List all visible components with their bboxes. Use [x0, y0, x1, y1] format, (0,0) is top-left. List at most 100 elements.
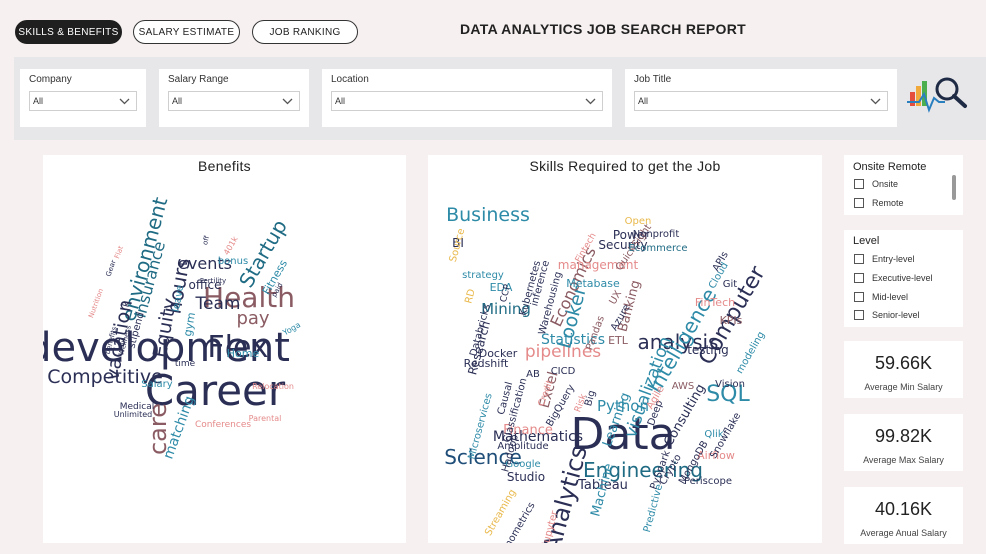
- job-title-filter-label: Job Title: [634, 74, 672, 85]
- entry-level-label: Entry-level: [872, 254, 915, 264]
- mid-level-option[interactable]: Mid-level: [854, 292, 908, 302]
- benefit-word: 401k: [222, 235, 240, 257]
- skill-word: Docker: [479, 347, 518, 360]
- skill-word: strategy: [462, 270, 504, 281]
- kpi-value: 99.82K: [874, 426, 933, 446]
- skill-word: Open: [625, 216, 652, 227]
- kpi-card-max-salary: 99.82K Average Max Salary: [844, 414, 963, 471]
- job-title-dropdown-value: All: [638, 96, 649, 106]
- skill-word: Nonprofit: [633, 229, 680, 240]
- chevron-down-icon: [119, 98, 130, 105]
- executive-level-label: Executive-level: [872, 273, 933, 283]
- company-filter-label: Company: [29, 74, 72, 85]
- benefit-word: Team: [195, 294, 241, 314]
- chevron-down-icon: [870, 98, 881, 105]
- benefit-word: time: [175, 359, 196, 369]
- skill-word: FinTech: [695, 296, 735, 309]
- salary-range-dropdown[interactable]: All: [168, 91, 300, 111]
- benefit-word: Home: [227, 347, 260, 360]
- onsite-remote-slicer: Onsite Remote Onsite Remote: [844, 155, 963, 215]
- location-filter-label: Location: [331, 74, 369, 85]
- skills-word-cloud: DataEngineeringAnalyticsScienceSQLBusine…: [444, 204, 771, 543]
- skill-word: KPIs: [720, 314, 743, 327]
- benefit-word: off: [201, 235, 211, 246]
- benefit-word: Nutrition: [87, 288, 105, 320]
- skills-word-cloud-card: Skills Required to get the Job Data Engin…: [428, 155, 822, 543]
- onsite-remote-title: Onsite Remote: [853, 161, 927, 173]
- remote-option-label: Remote: [872, 198, 904, 208]
- slicer-scrollbar[interactable]: [952, 175, 956, 200]
- chevron-down-icon: [282, 98, 293, 105]
- checkbox-icon[interactable]: [854, 292, 864, 302]
- benefit-word: Conferences: [195, 420, 251, 430]
- skill-word: Ecommerce: [628, 243, 687, 254]
- checkbox-icon[interactable]: [854, 310, 864, 320]
- benefits-word-cloud: developmentCareerHealthFlexcareenvironme…: [43, 194, 303, 461]
- senior-level-label: Senior-level: [872, 310, 920, 320]
- location-dropdown[interactable]: All: [331, 91, 603, 111]
- benefit-word: Yoga: [281, 320, 303, 338]
- checkbox-icon[interactable]: [854, 273, 864, 283]
- kpi-label: Average Max Salary: [863, 455, 944, 465]
- skill-word: Studio: [507, 470, 545, 484]
- job-title-dropdown[interactable]: All: [634, 91, 888, 111]
- mid-level-label: Mid-level: [872, 292, 909, 302]
- executive-level-option[interactable]: Executive-level: [854, 273, 933, 283]
- kpi-label: Average Min Salary: [864, 382, 943, 392]
- salary-range-filter-label: Salary Range: [168, 74, 229, 85]
- kpi-card-annual-salary: 40.16K Average Anual Salary: [844, 487, 963, 544]
- skill-word: ETL: [608, 334, 629, 347]
- kpi-value: 59.66K: [874, 353, 933, 373]
- benefit-word: Gear: [104, 259, 117, 278]
- chevron-down-icon: [585, 98, 596, 105]
- location-dropdown-value: All: [335, 96, 346, 106]
- location-filter[interactable]: Location All: [322, 69, 612, 127]
- salary-range-filter[interactable]: Salary Range All: [159, 69, 309, 127]
- senior-level-option[interactable]: Senior-level: [854, 310, 920, 320]
- kpi-label: Average Anual Salary: [860, 528, 947, 538]
- tab-job-ranking[interactable]: JOB RANKING: [252, 20, 358, 44]
- skills-title: Skills Required to get the Job: [529, 158, 721, 174]
- remote-option[interactable]: Remote: [854, 198, 904, 208]
- skill-word: Predictive: [642, 483, 665, 533]
- analytics-magnifier-icon: [905, 72, 971, 121]
- onsite-option-label: Onsite: [872, 179, 899, 189]
- checkbox-icon[interactable]: [854, 179, 864, 189]
- benefits-word-cloud-card: Benefits development Career Health Flex care…: [43, 155, 406, 543]
- benefit-word: bonus: [218, 256, 248, 267]
- company-filter[interactable]: Company All: [20, 69, 146, 127]
- benefits-title: Benefits: [198, 158, 251, 174]
- tab-skills-benefits[interactable]: SKILLS & BENEFITS: [15, 20, 122, 44]
- benefit-word: Parental: [249, 414, 282, 423]
- skill-word: RD: [463, 288, 477, 305]
- benefit-word: Flat: [113, 245, 125, 260]
- benefit-word: Salary: [141, 379, 172, 390]
- benefit-word: Unlimited: [114, 410, 153, 419]
- job-title-filter[interactable]: Job Title All: [625, 69, 897, 127]
- filter-bar: Company All Salary Range All Location Al…: [14, 57, 986, 140]
- skill-word: Vision: [715, 379, 745, 390]
- skill-word: AWS: [672, 381, 695, 392]
- skill-word: Business: [446, 204, 530, 226]
- benefit-word: Fertility: [200, 277, 226, 285]
- company-dropdown[interactable]: All: [29, 91, 137, 111]
- onsite-option[interactable]: Onsite: [854, 179, 898, 189]
- page-title: DATA ANALYTICS JOB SEARCH REPORT: [460, 21, 746, 37]
- skill-word: Metabase: [566, 277, 620, 290]
- benefit-word: pay: [236, 308, 269, 329]
- entry-level-option[interactable]: Entry-level: [854, 254, 915, 264]
- kpi-card-min-salary: 59.66K Average Min Salary: [844, 341, 963, 398]
- skill-word: CICD: [551, 366, 576, 377]
- skill-word: Source: [448, 227, 468, 263]
- skill-word: modeling: [734, 330, 767, 376]
- skill-word: Git: [723, 279, 738, 290]
- checkbox-icon[interactable]: [854, 254, 864, 264]
- tab-salary-estimate[interactable]: SALARY ESTIMATE: [133, 20, 240, 44]
- level-title: Level: [853, 235, 880, 247]
- company-dropdown-value: All: [33, 96, 44, 106]
- benefit-word: Relocation: [252, 382, 294, 391]
- checkbox-icon[interactable]: [854, 198, 864, 208]
- skill-word: AB: [526, 369, 540, 380]
- level-slicer: Level Entry-level Executive-level Mid-le…: [844, 230, 963, 327]
- kpi-value: 40.16K: [874, 499, 933, 519]
